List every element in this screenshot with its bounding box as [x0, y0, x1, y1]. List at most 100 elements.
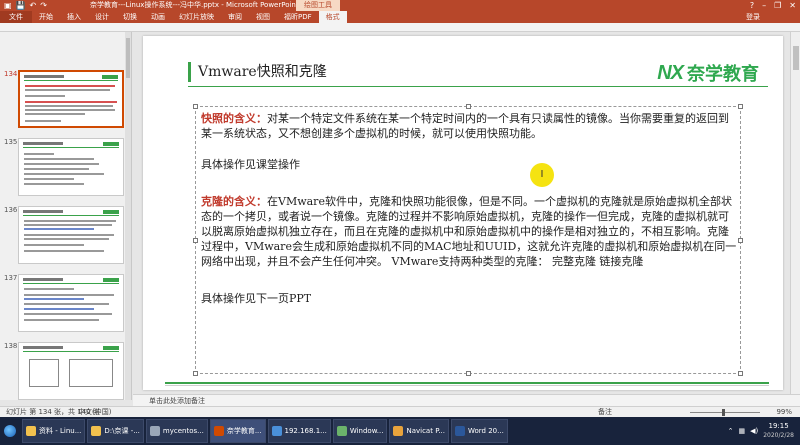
- tab-animations[interactable]: 动画: [144, 11, 172, 23]
- thumbnail-logo: [102, 75, 118, 79]
- clone-paragraph: 克隆的含义：在VMware软件中，克隆和快照功能很像，但是不同。一个虚拟机的克隆…: [201, 194, 739, 269]
- thumbnail-scroll-thumb[interactable]: [126, 38, 130, 78]
- system-tray: ⌃ ▦ ◀) 19:15 2020/2/28: [728, 417, 800, 445]
- redo-icon[interactable]: ↷: [40, 0, 47, 11]
- navicat-icon: [393, 426, 404, 436]
- thumbnail-row[interactable]: 134: [0, 68, 131, 130]
- restore-icon[interactable]: ❐: [774, 0, 781, 11]
- thumbnail-rule: [24, 80, 118, 81]
- title-underline: [188, 86, 768, 87]
- thumbnail-number: 138: [4, 342, 18, 350]
- taskbar-item[interactable]: D:\奈课 -...: [87, 419, 144, 443]
- resize-handle[interactable]: [738, 104, 743, 109]
- taskbar-item[interactable]: 奈学教育...: [209, 419, 266, 443]
- thumbnail-slide[interactable]: [18, 138, 124, 196]
- thumbnail-row[interactable]: 138: [0, 340, 131, 400]
- thumbnail-slide[interactable]: [18, 342, 124, 400]
- resize-handle[interactable]: [738, 371, 743, 376]
- resize-handle[interactable]: [466, 371, 471, 376]
- window-icon: [336, 426, 347, 436]
- clock-date: 2020/2/28: [763, 432, 794, 439]
- resize-handle[interactable]: [193, 238, 198, 243]
- taskbar-item[interactable]: Navicat P...: [389, 419, 449, 443]
- slide-body-text[interactable]: 快照的含义：对某一个特定文件系统在某一个特定时间内的一个具有只读属性的镜像。当你…: [201, 111, 739, 306]
- taskbar-item[interactable]: Window...: [332, 419, 388, 443]
- notes-pane[interactable]: 单击此处添加备注: [133, 394, 800, 406]
- tab-view[interactable]: 视图: [249, 11, 277, 23]
- tab-transitions[interactable]: 切换: [116, 11, 144, 23]
- zoom-slider[interactable]: [690, 412, 760, 413]
- slide-scrollbar[interactable]: [790, 32, 800, 394]
- thumbnail-slide[interactable]: [18, 274, 124, 332]
- ribbon-tabs: 文件 开始 插入 设计 切换 动画 幻灯片放映 审阅 视图 福昕PDF 格式: [0, 11, 800, 23]
- snapshot-paragraph: 快照的含义：对某一个特定文件系统在某一个特定时间内的一个具有只读属性的镜像。当你…: [201, 111, 739, 141]
- thumbnail-number: 134: [4, 70, 18, 78]
- powerpoint-icon: [213, 426, 224, 436]
- snapshot-label: 快照的含义：: [201, 112, 267, 125]
- thumbnail-row[interactable]: 136: [0, 204, 131, 266]
- resize-handle[interactable]: [193, 371, 198, 376]
- footer-grey-rule: [165, 385, 769, 386]
- logo-text: 奈学教育: [687, 64, 759, 84]
- thumbnail-scrollbar[interactable]: [125, 32, 131, 400]
- title-bar: ▣ 💾 ↶ ↷ 奈学教育---Linux操作系统---冯中华.pptx - Mi…: [0, 0, 800, 11]
- tab-format[interactable]: 格式: [318, 11, 347, 23]
- folder-icon: [26, 426, 36, 436]
- slide-canvas[interactable]: Vmware快照和克隆 NX 奈学教育 快照的含义：对某一个特定文件系统在某一个…: [143, 36, 783, 390]
- taskbar-item[interactable]: 192.168.1...: [267, 419, 331, 443]
- taskbar-item[interactable]: 资料 - Linu...: [22, 419, 86, 443]
- thumbnail-number: 136: [4, 206, 18, 214]
- clone-label: 克隆的含义：: [201, 195, 267, 208]
- network-icon[interactable]: ▦: [738, 427, 745, 435]
- taskbar-item[interactable]: mycentos...: [145, 419, 208, 443]
- drawing-tools-tab[interactable]: 绘图工具: [296, 0, 340, 11]
- thumbnail-row[interactable]: 135: [0, 136, 131, 198]
- slide-footer-band: [143, 380, 783, 390]
- tray-chevron-icon[interactable]: ⌃: [728, 427, 734, 435]
- thumbnail-slide[interactable]: [18, 70, 124, 128]
- tab-file[interactable]: 文件: [0, 11, 32, 23]
- slide-workspace: Vmware快照和克隆 NX 奈学教育 快照的含义：对某一个特定文件系统在某一个…: [133, 32, 800, 394]
- clock-time: 19:15: [768, 422, 789, 430]
- tab-design[interactable]: 设计: [88, 11, 116, 23]
- thumbnail-number: 135: [4, 138, 18, 146]
- logo-mark: NX: [657, 61, 684, 84]
- tab-foxit-pdf[interactable]: 福昕PDF: [277, 11, 319, 23]
- title-accent-bar: [188, 62, 191, 82]
- start-button[interactable]: [0, 417, 20, 445]
- resize-handle[interactable]: [193, 104, 198, 109]
- tab-insert[interactable]: 插入: [60, 11, 88, 23]
- thumbnail-row[interactable]: 137: [0, 272, 131, 334]
- taskbar-item[interactable]: Word 20...: [451, 419, 508, 443]
- window-controls: ? – ❐ ✕: [750, 0, 796, 11]
- tab-slideshow[interactable]: 幻灯片放映: [172, 11, 221, 23]
- thumbnail-title-line: [24, 75, 64, 78]
- slide-scroll-thumb[interactable]: [793, 46, 799, 70]
- windows-start-icon: [4, 425, 16, 437]
- tab-review[interactable]: 审阅: [221, 11, 249, 23]
- volume-icon[interactable]: ◀): [750, 427, 758, 435]
- window-title: 奈学教育---Linux操作系统---冯中华.pptx - Microsoft …: [90, 1, 299, 9]
- footer-green-rule: [165, 382, 769, 384]
- powerpoint-app-icon: ▣: [4, 1, 12, 10]
- clock[interactable]: 19:15 2020/2/28: [763, 422, 794, 440]
- thumbnail-slide[interactable]: [18, 206, 124, 264]
- snapshot-definition: 对某一个特定文件系统在某一个特定时间内的一个具有只读属性的镜像。当你需要重复的返…: [201, 112, 729, 140]
- undo-icon[interactable]: ↶: [30, 0, 37, 11]
- login-link[interactable]: 登录: [746, 11, 760, 23]
- resize-handle[interactable]: [466, 104, 471, 109]
- status-bar: 幻灯片 第 134 张，共 140 张 中文(中国) 备注 99%: [0, 406, 800, 417]
- folder-icon: [91, 426, 102, 436]
- text-cursor-highlight-icon: I: [530, 163, 554, 187]
- minimize-icon[interactable]: –: [762, 0, 766, 11]
- brand-logo: NX 奈学教育: [657, 60, 759, 86]
- help-icon[interactable]: ?: [750, 0, 754, 11]
- close-icon[interactable]: ✕: [789, 0, 796, 11]
- slide-title[interactable]: Vmware快照和克隆: [198, 62, 327, 82]
- zoom-slider-knob[interactable]: [722, 409, 725, 416]
- word-icon: [455, 426, 465, 436]
- snapshot-ops-note: 具体操作见课堂操作: [201, 158, 300, 171]
- tab-home[interactable]: 开始: [32, 11, 60, 23]
- save-icon[interactable]: 💾: [16, 0, 26, 11]
- terminal-icon: [271, 426, 282, 436]
